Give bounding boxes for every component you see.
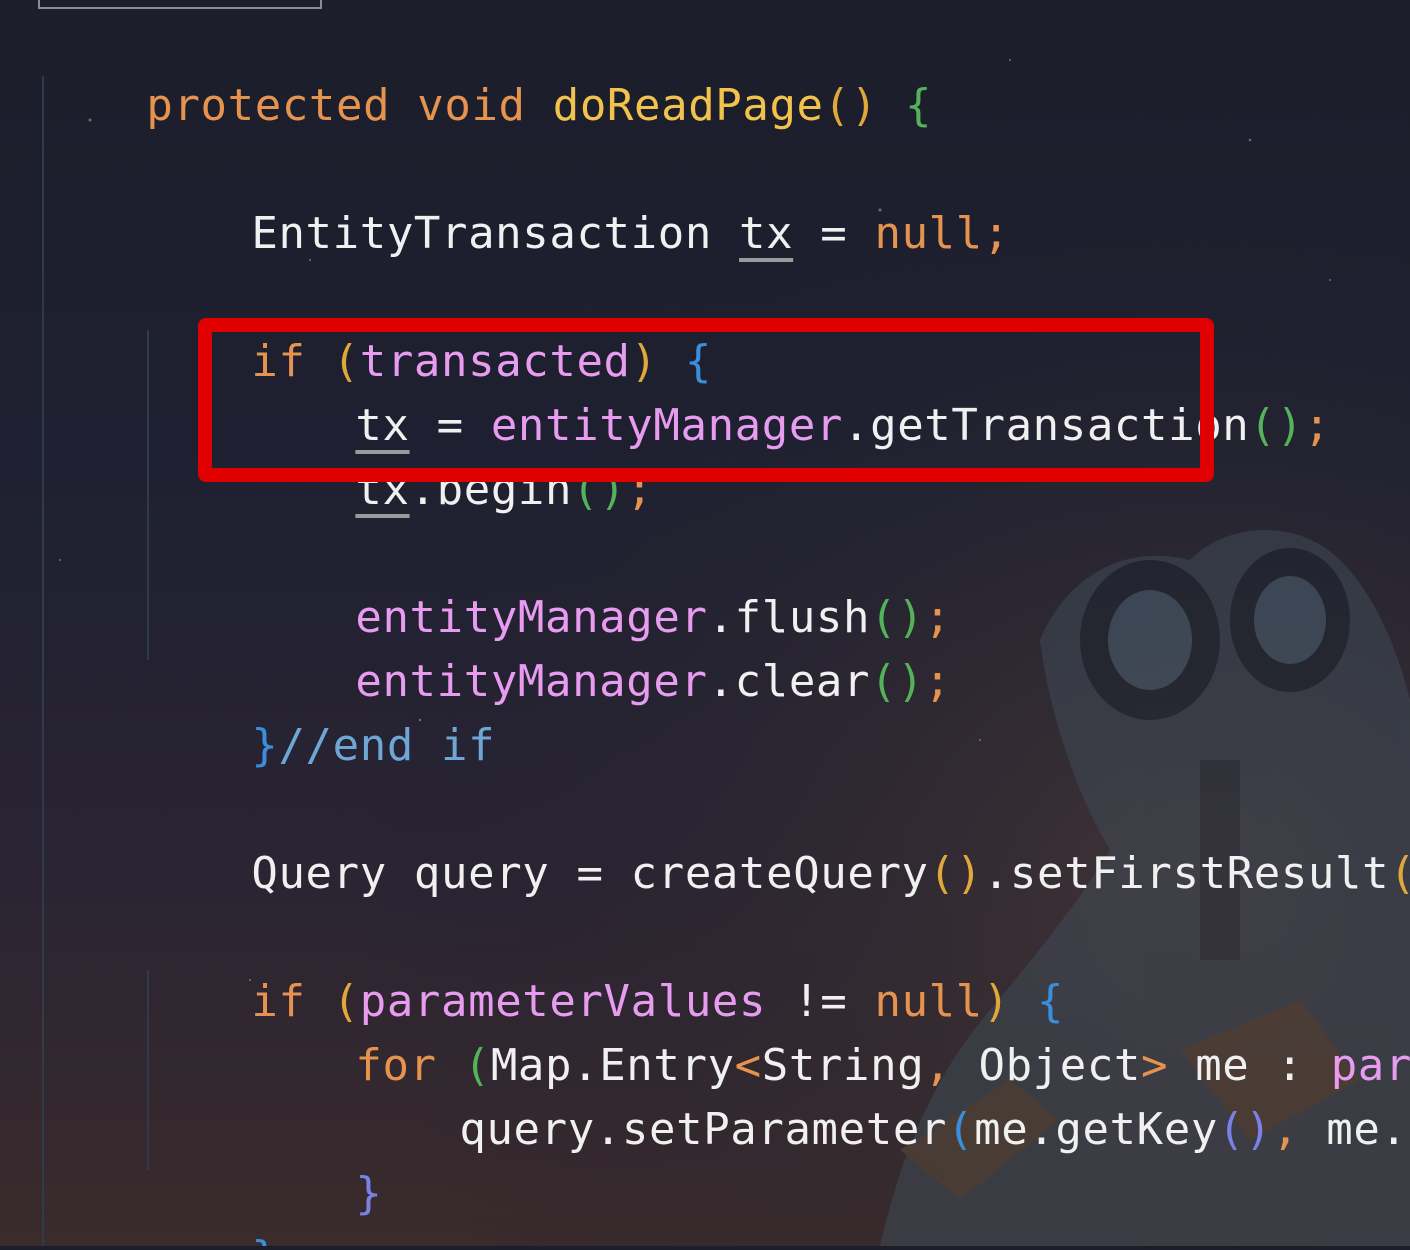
paren: () xyxy=(1217,1104,1273,1155)
code-line-end-if[interactable]: }//end if xyxy=(143,650,495,771)
operator: = xyxy=(576,848,604,899)
method-call: me.getKey xyxy=(974,1104,1218,1155)
code-line-close-if[interactable]: } xyxy=(143,1162,278,1246)
code-line-method-signature[interactable]: protected void doReadPage() { xyxy=(38,10,932,131)
code-line-create-query[interactable]: Query query = createQuery().setFirstResu… xyxy=(143,778,1410,899)
paren: () xyxy=(928,848,983,899)
code-line-close-for[interactable]: } xyxy=(247,1098,382,1219)
variable-query: query xyxy=(459,1104,595,1155)
highlight-annotation-box xyxy=(198,318,1214,482)
semicolon: ; xyxy=(982,208,1010,259)
paren: () xyxy=(823,80,878,131)
code-editor[interactable]: protected void doReadPage() { EntityTran… xyxy=(0,0,1410,1246)
method-call: me.getVal xyxy=(1326,1104,1410,1155)
method-call: .setParameter xyxy=(594,1104,948,1155)
type-name: EntityTransaction xyxy=(251,208,712,259)
paren: () xyxy=(1249,400,1304,451)
indent-guide xyxy=(42,76,44,1246)
code-line-for-loop[interactable]: for (Map.Entry<String, Object> me : para… xyxy=(247,970,1410,1091)
keyword-void: void xyxy=(417,80,526,131)
paren: () xyxy=(870,656,925,707)
semicolon: ; xyxy=(924,656,952,707)
variable-query: query xyxy=(413,848,550,899)
comma: , xyxy=(1272,1104,1300,1155)
code-line-flush[interactable]: entityManager.flush(); xyxy=(247,522,951,643)
method-call: .clear xyxy=(707,656,871,707)
brace: } xyxy=(251,1232,278,1246)
null-literal: null xyxy=(874,208,983,259)
brace: } xyxy=(251,720,279,771)
code-line-set-parameter[interactable]: query.setParameter(me.getKey(), me.getVa… xyxy=(351,1034,1410,1155)
variable-tx: tx xyxy=(739,208,794,259)
paren: ( xyxy=(947,1104,975,1155)
keyword-protected: protected xyxy=(146,80,391,131)
operator: = xyxy=(820,208,848,259)
type-name: Query xyxy=(251,848,387,899)
code-line-clear[interactable]: entityManager.clear(); xyxy=(247,586,951,707)
comment: //end if xyxy=(278,720,496,771)
editor-tab-outline xyxy=(38,0,322,9)
method-call: createQuery xyxy=(630,848,929,899)
brace: } xyxy=(355,1168,383,1219)
method-name: doReadPage xyxy=(552,80,824,131)
method-call: .setFirstResult xyxy=(982,848,1390,899)
brace: { xyxy=(904,80,933,131)
code-line-if-parameter-values[interactable]: if (parameterValues != null) { xyxy=(143,906,1064,1027)
paren: ( xyxy=(1389,848,1410,899)
code-line-tx-declaration[interactable]: EntityTransaction tx = null; xyxy=(143,138,1010,259)
semicolon: ; xyxy=(1303,400,1331,451)
